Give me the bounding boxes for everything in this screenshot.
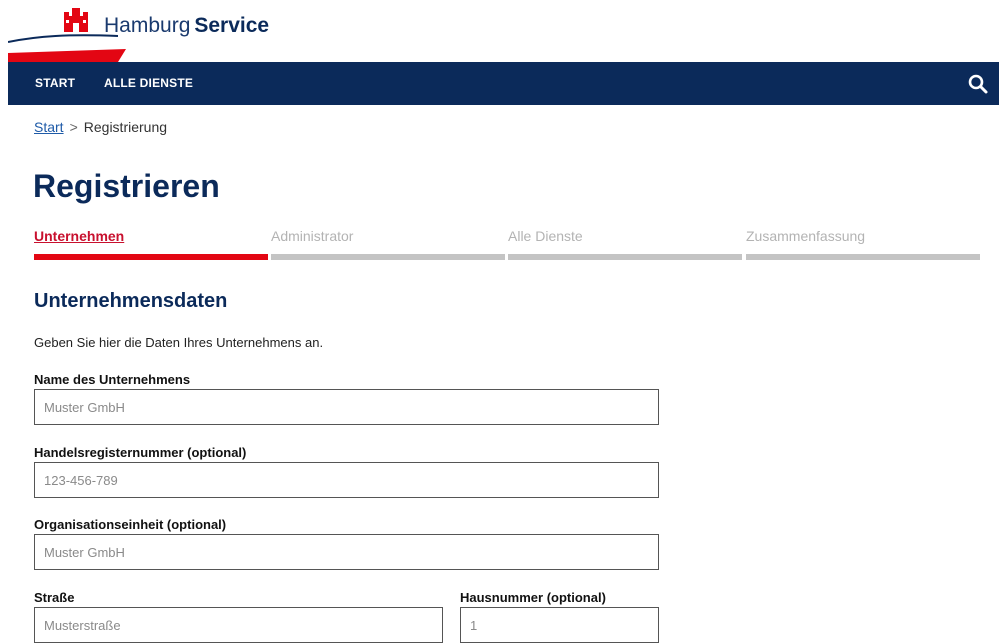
company-name-input[interactable] (34, 389, 659, 425)
step-unternehmen[interactable]: Unternehmen (34, 228, 268, 262)
nav-item-start[interactable]: START (35, 62, 75, 105)
red-accent-tab (8, 49, 126, 62)
company-name-label: Name des Unternehmens (34, 372, 191, 387)
org-unit-label: Organisationseinheit (optional) (34, 517, 227, 532)
brand-name-bold: Service (194, 14, 270, 37)
step-progress-bar (746, 254, 980, 260)
breadcrumb: Start > Registrierung (34, 119, 167, 135)
trade-register-input[interactable] (34, 462, 659, 498)
hamburg-castle-icon[interactable] (62, 6, 90, 34)
step-label: Alle Dienste (508, 228, 583, 244)
search-icon[interactable] (967, 73, 989, 95)
registration-steps: Unternehmen Administrator Alle Dienste Z… (34, 228, 982, 262)
step-progress-bar (34, 254, 268, 260)
step-progress-bar (508, 254, 742, 260)
nav-item-alle-dienste[interactable]: ALLE DIENSTE (104, 62, 193, 105)
step-administrator[interactable]: Administrator (271, 228, 505, 262)
street-input[interactable] (34, 607, 443, 643)
street-label: Straße (34, 590, 75, 605)
step-zusammenfassung[interactable]: Zusammenfassung (746, 228, 980, 262)
step-label: Unternehmen (34, 228, 125, 244)
brand-name[interactable]: Hamburg Service (104, 14, 269, 38)
house-number-label: Hausnummer (optional) (460, 590, 606, 605)
breadcrumb-link-start[interactable]: Start (34, 119, 64, 135)
org-unit-input[interactable] (34, 534, 659, 570)
site-header: Hamburg Service (0, 0, 999, 62)
step-alle-dienste[interactable]: Alle Dienste (508, 228, 742, 262)
brand-name-light: Hamburg (104, 14, 191, 37)
page-title: Registrieren (33, 168, 220, 204)
section-title: Unternehmensdaten (34, 290, 228, 312)
step-progress-bar (271, 254, 505, 260)
step-label: Administrator (271, 228, 354, 244)
breadcrumb-separator: > (69, 119, 78, 135)
house-number-input[interactable] (460, 607, 659, 643)
main-nav: START ALLE DIENSTE (8, 62, 999, 105)
breadcrumb-current: Registrierung (83, 119, 168, 135)
trade-register-label: Handelsregisternummer (optional) (34, 445, 247, 460)
step-label: Zusammenfassung (746, 228, 866, 244)
section-description: Geben Sie hier die Daten Ihres Unternehm… (34, 335, 324, 350)
